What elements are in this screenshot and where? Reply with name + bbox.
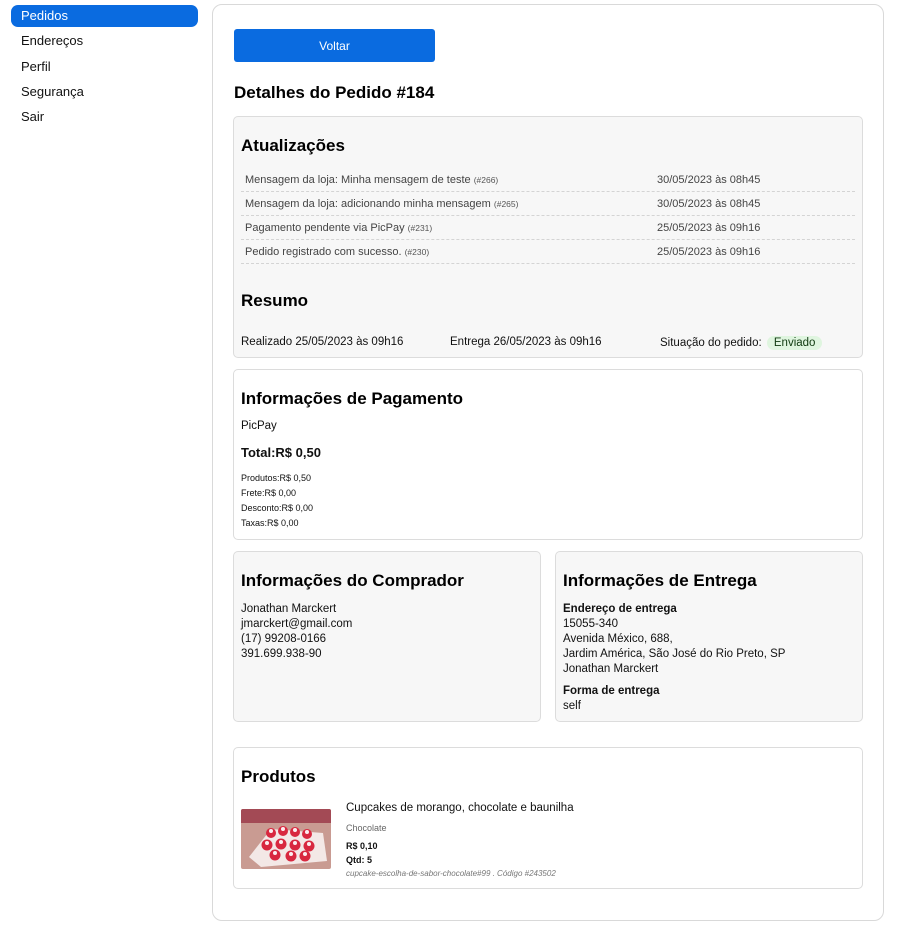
- payment-shipping-line: Frete:R$ 0,00: [241, 488, 297, 498]
- delivery-street: Avenida México, 688,: [563, 633, 673, 645]
- delivery-method-label: Forma de entrega: [563, 685, 660, 697]
- buyer-phone: (17) 99208-0166: [241, 633, 327, 645]
- sidebar-item-perfil[interactable]: Perfil: [11, 56, 198, 78]
- product-quantity: Qtd: 5: [346, 855, 372, 865]
- payment-products-line: Produtos:R$ 0,50: [241, 473, 312, 483]
- delivery-card: Informações de Entrega Endereço de entre…: [555, 551, 863, 722]
- update-message: Mensagem da loja: Minha mensagem de test…: [245, 174, 471, 186]
- order-delivery-date: Entrega 26/05/2023 às 09h16: [450, 336, 602, 348]
- update-row: Mensagem da loja: adicionando minha mens…: [241, 192, 855, 216]
- update-code: (#230): [404, 247, 430, 257]
- product-variant: Chocolate: [346, 823, 387, 833]
- update-row: Pagamento pendente via PicPay (#231) 25/…: [241, 216, 855, 240]
- products-card: Produtos Cupcakes de morango, chocolate …: [233, 747, 863, 889]
- product-name: Cupcakes de morango, chocolate e baunilh…: [346, 802, 574, 814]
- update-row: Mensagem da loja: Minha mensagem de test…: [241, 168, 855, 192]
- updates-list: Mensagem da loja: Minha mensagem de test…: [241, 168, 855, 264]
- sidebar-item-pedidos[interactable]: Pedidos: [11, 5, 198, 27]
- order-status-label: Situação do pedido:: [660, 337, 762, 349]
- order-details-panel: Voltar Detalhes do Pedido #184 Atualizaç…: [212, 4, 884, 921]
- payment-card: Informações de Pagamento PicPay Total:R$…: [233, 369, 863, 540]
- payment-title: Informações de Pagamento: [241, 389, 464, 408]
- delivery-recipient: Jonathan Marckert: [563, 663, 659, 675]
- cupcakes-photo[interactable]: [241, 809, 331, 869]
- order-placed-date: Realizado 25/05/2023 às 09h16: [241, 336, 404, 348]
- update-code: (#231): [407, 223, 433, 233]
- delivery-address-label: Endereço de entrega: [563, 603, 677, 615]
- sidebar-item-sair[interactable]: Sair: [11, 106, 198, 128]
- update-row: Pedido registrado com sucesso. (#230) 25…: [241, 240, 855, 264]
- summary-title: Resumo: [241, 291, 309, 310]
- update-message: Pagamento pendente via PicPay: [245, 222, 405, 234]
- update-date: 25/05/2023 às 09h16: [657, 222, 761, 234]
- back-button[interactable]: Voltar: [234, 29, 435, 62]
- update-message: Pedido registrado com sucesso.: [245, 246, 402, 258]
- sidebar-item-seguranca[interactable]: Segurança: [11, 81, 198, 103]
- product-price: R$ 0,10: [346, 841, 378, 851]
- buyer-title: Informações do Comprador: [241, 571, 464, 590]
- delivery-method: self: [563, 700, 581, 712]
- update-message: Mensagem da loja: adicionando minha mens…: [245, 198, 491, 210]
- updates-title: Atualizações: [241, 136, 345, 155]
- status-badge: Enviado: [766, 336, 823, 350]
- update-code: (#265): [493, 199, 519, 209]
- buyer-email: jmarckert@gmail.com: [241, 618, 353, 630]
- payment-discount-line: Desconto:R$ 0,00: [241, 503, 314, 513]
- delivery-city: Jardim América, São José do Rio Preto, S…: [563, 648, 786, 660]
- updates-card: Atualizações Mensagem da loja: Minha men…: [233, 116, 863, 358]
- sidebar-item-enderecos[interactable]: Endereços: [11, 30, 198, 52]
- delivery-zip: 15055-340: [563, 618, 618, 630]
- page-title: Detalhes do Pedido #184: [234, 83, 435, 102]
- products-title: Produtos: [241, 767, 316, 786]
- payment-method: PicPay: [241, 420, 277, 432]
- update-code: (#266): [473, 175, 499, 185]
- update-date: 25/05/2023 às 09h16: [657, 246, 761, 258]
- payment-total: Total:R$ 0,50: [241, 445, 321, 460]
- buyer-card: Informações do Comprador Jonathan Marcke…: [233, 551, 541, 722]
- delivery-title: Informações de Entrega: [563, 571, 757, 590]
- payment-fees-line: Taxas:R$ 0,00: [241, 518, 299, 528]
- update-date: 30/05/2023 às 08h45: [657, 198, 761, 210]
- buyer-document: 391.699.938-90: [241, 648, 322, 660]
- buyer-name: Jonathan Marckert: [241, 603, 337, 615]
- sidebar: Pedidos Endereços Perfil Segurança Sair: [11, 5, 198, 131]
- update-date: 30/05/2023 às 08h45: [657, 174, 761, 186]
- product-sku: cupcake-escolha-de-sabor-chocolate#99 . …: [346, 869, 556, 878]
